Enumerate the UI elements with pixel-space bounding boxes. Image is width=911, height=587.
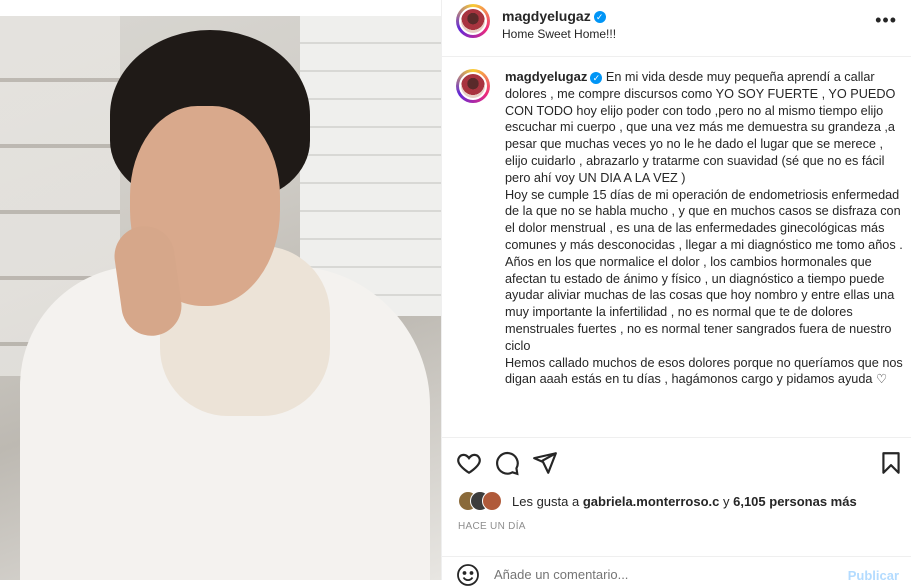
action-bar: Les gusta a gabriela.monterroso.c y 6,10… <box>442 437 911 586</box>
post-header: magdyelugaz ✓ Home Sweet Home!!! ••• <box>442 0 911 57</box>
more-icon[interactable]: ••• <box>875 10 897 31</box>
likes-count[interactable]: 6,105 personas más <box>733 494 857 509</box>
publish-button[interactable]: Publicar <box>848 568 899 583</box>
author-username[interactable]: magdyelugaz <box>502 8 591 24</box>
caption: magdyelugaz ✓ En mi vida desde muy pequeñ… <box>505 69 903 388</box>
likers-avatars[interactable] <box>458 491 510 511</box>
comment-bar: Publicar <box>442 556 911 586</box>
author-avatar[interactable] <box>456 4 490 38</box>
caption-text: En mi vida desde muy pequeña aprendí a c… <box>505 70 903 387</box>
post-modal: magdyelugaz ✓ Home Sweet Home!!! ••• magd… <box>0 0 911 586</box>
likes-summary: Les gusta a gabriela.monterroso.c y 6,10… <box>512 494 857 509</box>
photo-image <box>0 16 441 580</box>
liker-avatar <box>482 491 502 511</box>
comment-icon[interactable] <box>494 450 520 476</box>
liker-username[interactable]: gabriela.monterroso.c <box>583 494 720 509</box>
verified-badge-icon: ✓ <box>590 71 603 84</box>
caption-area: magdyelugaz ✓ En mi vida desde muy pequeñ… <box>442 57 911 437</box>
emoji-icon[interactable] <box>456 563 480 587</box>
likes-middle: y <box>719 494 734 509</box>
post-location[interactable]: Home Sweet Home!!! <box>502 27 616 41</box>
post-timestamp[interactable]: HACE UN DÍA <box>458 521 526 532</box>
caption-username[interactable]: magdyelugaz <box>505 69 587 84</box>
share-icon[interactable] <box>532 450 558 476</box>
bookmark-icon[interactable] <box>878 450 904 476</box>
post-photo[interactable] <box>0 0 441 580</box>
likes-prefix: Les gusta a <box>512 494 583 509</box>
heart-icon[interactable] <box>456 450 482 476</box>
caption-avatar[interactable] <box>456 69 490 103</box>
verified-badge-icon: ✓ <box>593 10 606 23</box>
